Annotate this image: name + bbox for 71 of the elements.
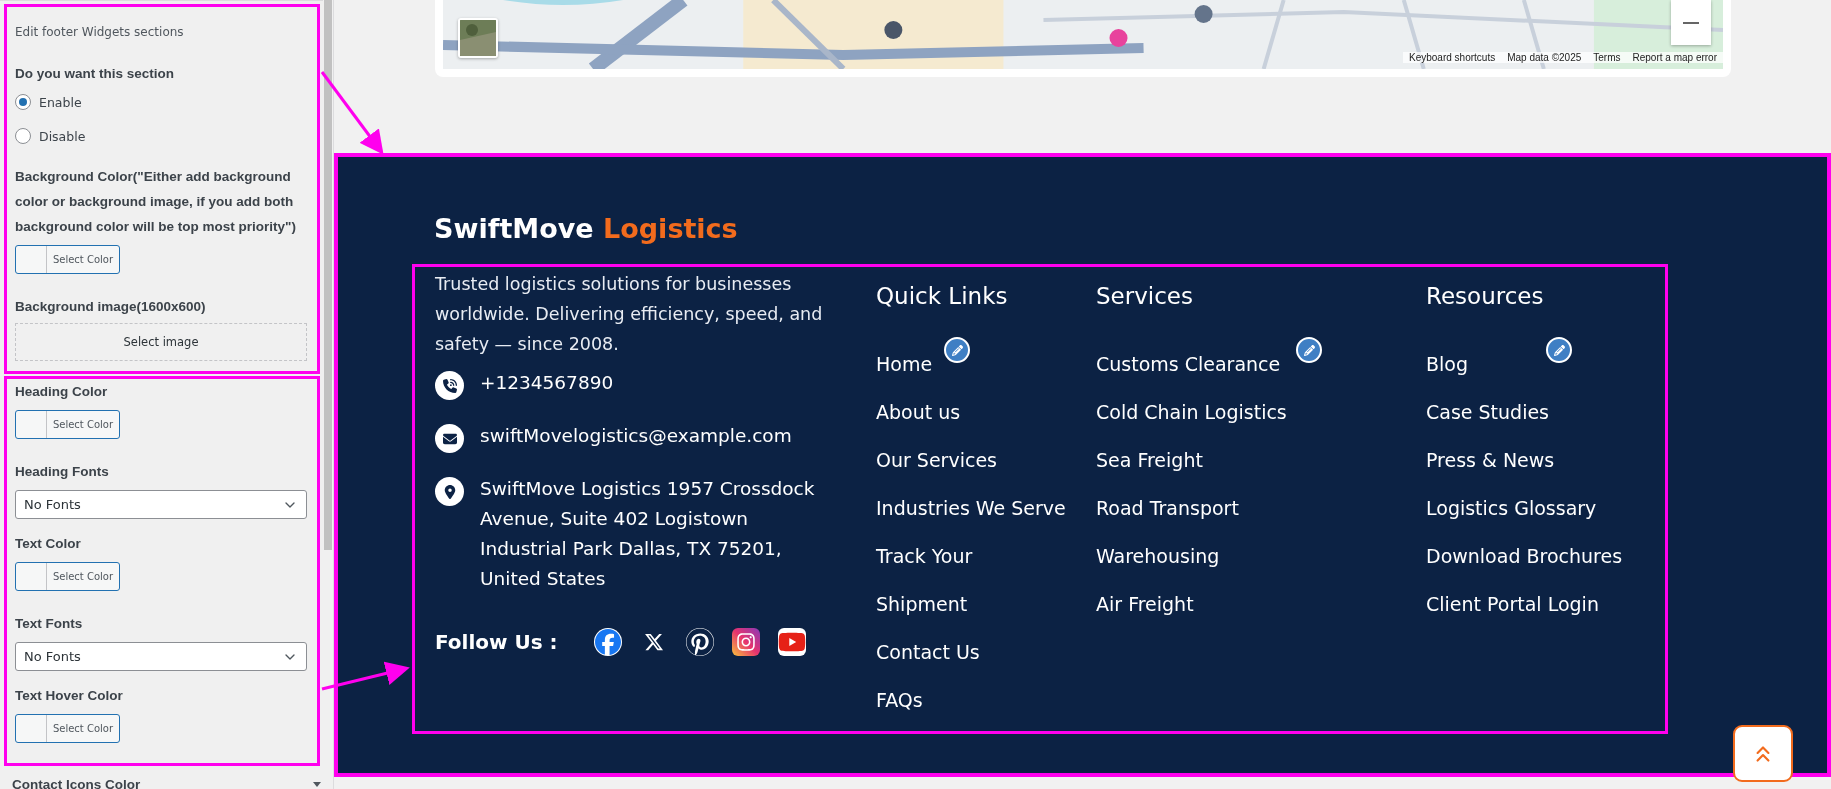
field-label: Text Fonts [15, 615, 84, 633]
field-label: Text Color [15, 535, 82, 553]
footer-link[interactable]: Track Your [876, 543, 973, 569]
facebook-icon[interactable] [593, 628, 622, 656]
footer-link[interactable]: Shipment [876, 591, 968, 617]
map-attribution-link[interactable]: Report a map error [1632, 52, 1717, 63]
footer-link[interactable]: Air Freight [1096, 591, 1194, 617]
edit-pencil-button[interactable] [1296, 337, 1322, 363]
footer-link[interactable]: About us [876, 399, 961, 425]
section-title: Edit footer Widgets sections [15, 25, 185, 39]
field-label: Background image(1600x600) [15, 298, 207, 316]
footer-link[interactable]: Road Transport [1096, 495, 1239, 521]
column-heading: Quick Links [876, 282, 1009, 311]
footer-link[interactable]: Client Portal Login [1426, 591, 1599, 617]
section-label: Contact Icons Color [12, 775, 141, 789]
location-pin-icon [435, 477, 464, 506]
edit-pencil-button[interactable] [944, 337, 970, 363]
footer-link[interactable]: Customs Clearance [1096, 351, 1281, 377]
edit-pencil-button[interactable] [1546, 337, 1572, 363]
footer-link[interactable]: Our Services [876, 447, 997, 473]
radio-option[interactable]: Enable [15, 90, 307, 114]
select-color-button[interactable]: Select Color [15, 245, 120, 274]
footer-link[interactable]: Press & News [1426, 447, 1555, 473]
footer-link[interactable]: Industries We Serve [876, 495, 1066, 521]
contact-text: +1234567890 [480, 371, 615, 395]
field-label: Heading Color [15, 383, 109, 401]
instagram-icon[interactable] [731, 628, 760, 656]
footer-link[interactable]: Blog [1426, 351, 1468, 377]
select-color-button[interactable]: Select Color [15, 714, 120, 743]
radio-option[interactable]: Disable [15, 124, 307, 148]
map-attribution-link[interactable]: Terms [1593, 52, 1621, 63]
select-image-button[interactable]: Select image [15, 323, 307, 361]
caret-down-icon [313, 781, 321, 787]
field-label: Heading Fonts [15, 463, 110, 481]
footer-link[interactable]: Contact Us [876, 639, 980, 665]
footer-link[interactable]: FAQs [876, 687, 923, 713]
field-label: Text Hover Color [15, 687, 124, 705]
field-label: Background Color("Either add background color or background image, if you add both background color will be top most priority") [15, 168, 297, 236]
back-to-top-button[interactable] [1733, 725, 1793, 782]
minus-icon [1683, 21, 1699, 24]
pencil-icon [1553, 344, 1565, 356]
select-color-button[interactable]: Select Color [15, 410, 120, 439]
footer-link[interactable]: Sea Freight [1096, 447, 1203, 473]
contact-text: SwiftMove Logistics 1957 Crossdock Avenue, Suite 402 Logistown Industrial Park Dallas, TX 75201, United States [480, 477, 816, 591]
font-select[interactable]: No Fonts [15, 490, 307, 519]
pencil-icon [1303, 344, 1315, 356]
footer-description: Trusted logistics solutions for businesses worldwide. Delivering efficiency, speed, and safety — since 2008. [435, 273, 824, 356]
radio-button[interactable] [15, 94, 31, 110]
footer-link[interactable]: Download Brochures [1426, 543, 1623, 569]
footer-link[interactable]: Cold Chain Logistics [1096, 399, 1287, 425]
brand-name: SwiftMove Logistics [434, 213, 739, 244]
youtube-icon[interactable] [777, 628, 806, 656]
phone-icon [435, 371, 464, 400]
pencil-icon [951, 344, 963, 356]
column-heading: Resources [1426, 282, 1545, 311]
column-heading: Services [1096, 282, 1194, 311]
footer-link[interactable]: Warehousing [1096, 543, 1220, 569]
map-type-button[interactable] [458, 18, 498, 58]
map-attribution-link[interactable]: Keyboard shortcuts [1409, 52, 1496, 63]
question-label: Do you want this section [15, 65, 175, 83]
font-select[interactable]: No Fonts [15, 642, 307, 671]
map-attribution-link[interactable]: Map data ©2025 [1507, 52, 1582, 63]
footer-link[interactable]: Home [876, 351, 933, 377]
footer-link[interactable]: Logistics Glossary [1426, 495, 1597, 521]
envelope-icon [435, 424, 464, 453]
radio-button[interactable] [15, 128, 31, 144]
pinterest-icon[interactable] [685, 628, 714, 656]
footer-link[interactable]: Case Studies [1426, 399, 1550, 425]
follow-label: Follow Us : [435, 630, 558, 654]
select-color-button[interactable]: Select Color [15, 562, 120, 591]
contact-text: swiftMovelogistics@example.com [480, 424, 793, 448]
